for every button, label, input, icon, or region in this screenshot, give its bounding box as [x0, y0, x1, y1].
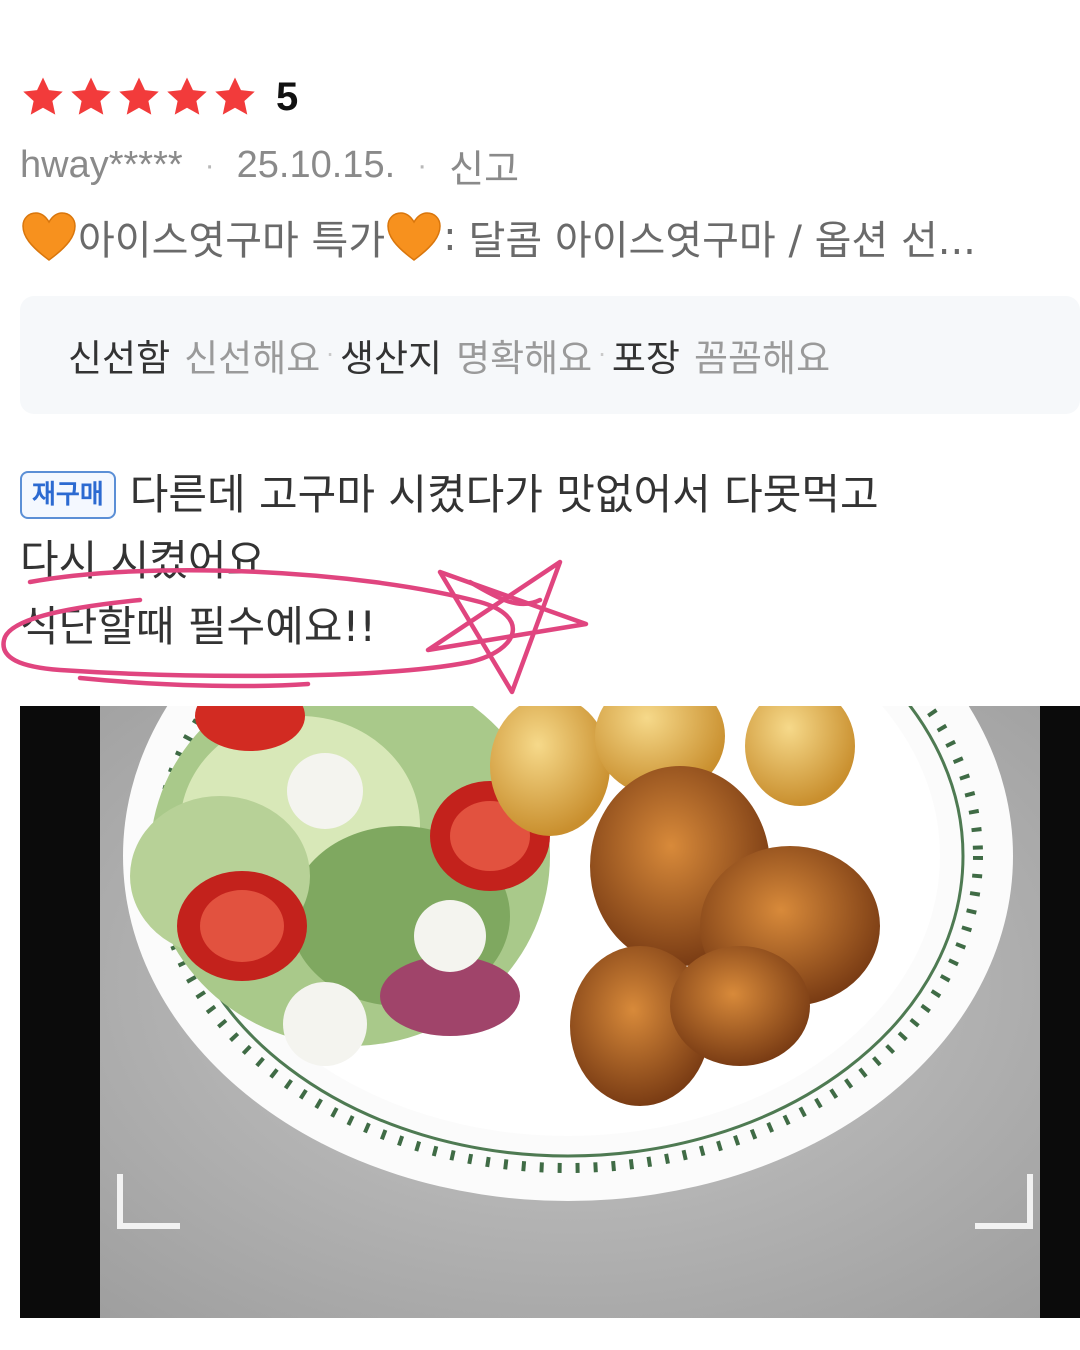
review-text-2: 다시 시켰어요: [20, 536, 266, 585]
reviewer-name: hway*****: [20, 144, 183, 186]
eval-key-origin: 생산지: [339, 337, 443, 380]
review-meta: hway***** · 25.10.15. · 신고: [20, 138, 519, 193]
star-icon: [167, 77, 207, 115]
review-body: 재구매 다른데 고구마 시켰다가 맛없어서 다못먹고 다시 시켰어요 식단할때 필…: [20, 462, 1060, 660]
option-title: 아이스엿구마 특가: [78, 218, 386, 264]
option-separator: :: [443, 214, 457, 260]
eval-value-origin: 명확해요: [456, 337, 593, 380]
repurchase-badge: 재구매: [20, 471, 116, 519]
star-icon: [23, 77, 63, 115]
eval-value-packaging: 꼼꼼해요: [693, 337, 831, 380]
meta-separator: ·: [417, 148, 428, 182]
rating-score: 5: [276, 74, 299, 119]
orange-heart-icon: [22, 212, 76, 261]
review-photo[interactable]: [20, 706, 1080, 1318]
eval-value-freshness: 신선해요: [184, 337, 321, 380]
eval-key-freshness: 신선함: [68, 337, 171, 380]
orange-heart-icon: [387, 212, 441, 261]
food-plate-image: [20, 706, 1080, 1318]
star-icon: [71, 77, 111, 115]
review-date: 25.10.15.: [236, 144, 396, 186]
review-line-1: 재구매 다른데 고구마 시켰다가 맛없어서 다못먹고: [20, 462, 1060, 528]
eval-separator: ·: [326, 341, 334, 369]
star-rating: [20, 74, 258, 120]
review-text-1: 다른데 고구마 시켰다가 맛없어서 다못먹고: [129, 470, 879, 519]
purchased-option: 아이스엿구마 특가 : 달콤 아이스엿구마 / 옵션 선...: [20, 208, 1080, 266]
review-text-3: 식단할때 필수예요!!: [20, 602, 377, 651]
eval-separator: ·: [598, 341, 606, 369]
rating-row: 5: [20, 70, 298, 124]
option-detail: 달콤 아이스엿구마 / 옵션 선...: [468, 218, 976, 264]
evaluation-summary: 신선함 신선해요 · 생산지 명확해요 · 포장 꼼꼼해요: [20, 296, 1080, 414]
report-link[interactable]: 신고: [449, 138, 519, 193]
eval-key-packaging: 포장: [611, 337, 680, 380]
meta-separator: ·: [204, 148, 215, 182]
star-icon: [215, 77, 255, 115]
star-icon: [119, 77, 159, 115]
